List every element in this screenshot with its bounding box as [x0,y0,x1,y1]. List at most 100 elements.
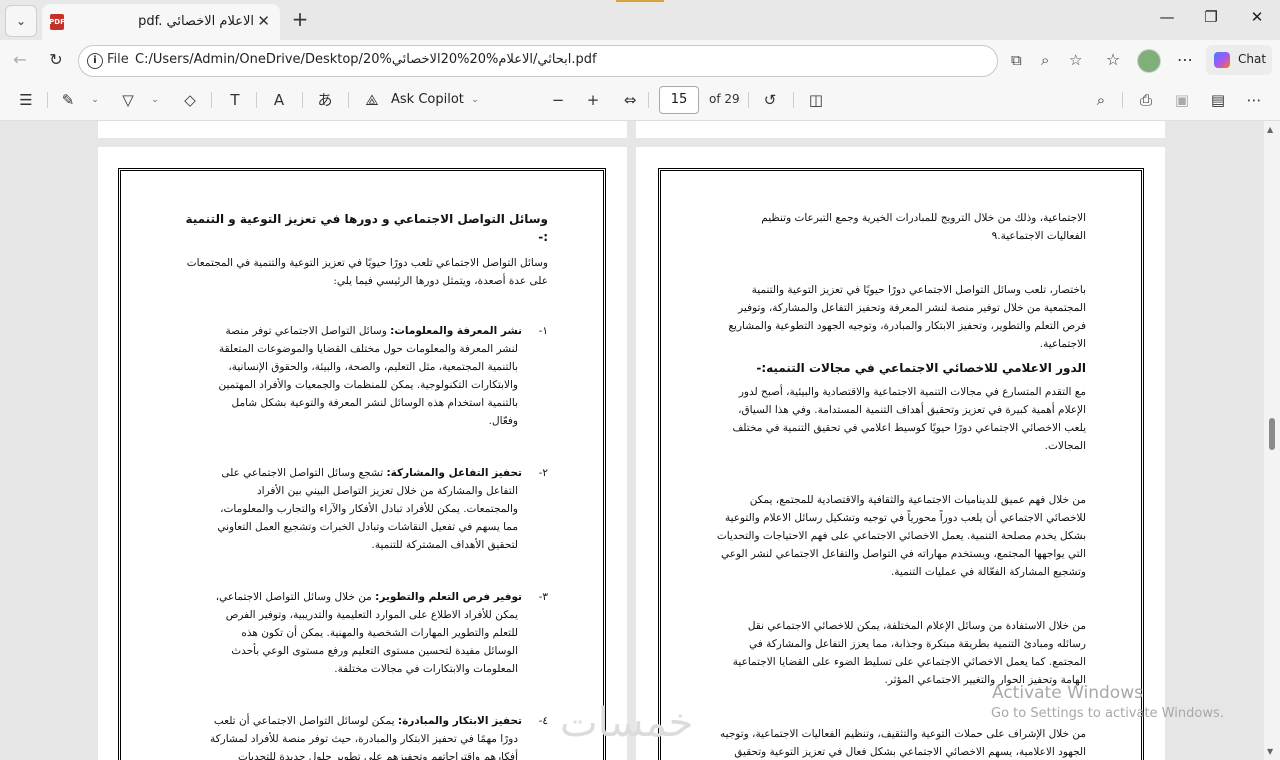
activation-watermark-title: Activate Windows [992,683,1143,703]
read-aloud-icon[interactable]: A [269,90,289,110]
paragraph: من خلال فهم عميق للديناميات الاجتماعية و… [716,494,1086,578]
info-icon[interactable]: i [87,53,103,69]
tab-title: pdf. الاعلام الاخصائي [138,14,254,29]
toolbar-divider [348,92,349,108]
intro-paragraph: وسائل التواصل الاجتماعي تلعب دورًا حيويً… [186,257,548,287]
eraser-icon[interactable]: ◇ [180,90,200,110]
list-item-text: من خلال وسائل التواصل الاجتماعي، يمكن لل… [215,591,518,675]
accent-strip [616,0,664,2]
new-tab-button[interactable]: + [288,8,312,32]
list-item-text: وسائل التواصل الاجتماعي توفر منصة لنشر ا… [218,325,518,427]
list-item: ٣- توفير فرص التعلم والتطوير: من خلال وسا… [208,588,548,678]
navigation-bar: ← ↻ i File C:/Users/Admin/OneDrive/Deskt… [0,40,1280,80]
minimize-button[interactable]: — [1152,8,1182,26]
more-options-icon[interactable]: ⋯ [1244,90,1264,110]
list-number: ١- [538,325,548,337]
logo-watermark: خمسات [560,700,694,746]
draw-icon[interactable]: ▽ [118,90,138,110]
copilot-icon[interactable]: ⟁ [362,90,382,110]
toolbar-divider [793,92,794,108]
address-bar[interactable]: i File C:/Users/Admin/OneDrive/Desktop/ا… [78,45,1082,77]
chat-label: Chat [1238,52,1267,66]
activation-watermark-subtitle: Go to Settings to activate Windows. [991,706,1224,721]
list-item-title: تحفيز الابتكار والمبادرة: [397,715,522,727]
ask-copilot-chevron-icon[interactable]: ⌄ [470,90,480,110]
previous-page-left [98,121,627,138]
toolbar-divider [47,92,48,108]
highlight-icon[interactable]: ✎ [58,90,78,110]
favorite-star-icon[interactable]: ☆ [1069,51,1082,69]
section-heading: وسائل التواصل الاجتماعي و دورها في تعزيز… [185,212,548,244]
pdf-page-right: الاجتماعية، وذلك من خلال الترويج للمبادر… [636,147,1165,760]
search-icon[interactable]: ⌕ [1091,90,1111,110]
previous-page-right [636,121,1165,138]
paragraph: الاجتماعية، وذلك من خلال الترويج للمبادر… [761,212,1086,242]
highlight-options-chevron-icon[interactable]: ⌄ [90,90,100,110]
toolbar-divider [211,92,212,108]
ask-copilot-button[interactable]: Ask Copilot [391,92,464,107]
page-content-left: وسائل التواصل الاجتماعي و دورها في تعزيز… [178,210,548,760]
zoom-out-icon[interactable]: − [548,90,568,110]
paragraph: من خلال الاستفادة من وسائل الإعلام المخت… [732,620,1086,686]
reading-mode-icon[interactable]: ⧉ [1011,51,1022,69]
zoom-icon[interactable]: ⌕ [1041,51,1049,69]
copilot-chat-button[interactable]: Chat [1206,45,1272,75]
contents-icon[interactable]: ☰ [16,90,36,110]
save-as-icon[interactable]: ▤ [1208,90,1228,110]
zoom-in-icon[interactable]: + [583,90,603,110]
draw-options-chevron-icon[interactable]: ⌄ [150,90,160,110]
scroll-up-icon[interactable]: ▲ [1267,125,1273,134]
print-icon[interactable]: ⎙ [1136,90,1156,110]
page-content-right: الاجتماعية، وذلك من خلال الترويج للمبادر… [716,209,1086,760]
list-number: ٤- [538,715,548,727]
list-item: ١- نشر المعرفة والمعلومات: وسائل التواصل … [208,322,548,430]
list-item-title: توفير فرص التعلم والتطوير: [375,591,522,603]
list-number: ٢- [538,467,548,479]
favorites-icon[interactable]: ☆ [1102,49,1124,71]
scrollbar-thumb[interactable] [1269,418,1275,450]
tab-close-icon[interactable]: ✕ [257,12,270,30]
text-box-icon[interactable]: T [225,90,245,110]
list-item-title: تحفيز التفاعل والمشاركة: [386,467,522,479]
page-view-icon[interactable]: ◫ [806,90,826,110]
chevron-down-icon: ⌄ [15,14,27,28]
vertical-scrollbar[interactable]: ▲ ▼ [1264,121,1280,760]
section-heading: الدور الاعلامي للاخصائي الاجتماعي في مجا… [756,361,1086,375]
url-text[interactable]: C:/Users/Admin/OneDrive/Desktop/ابحاثي/ا… [135,52,597,67]
paragraph: من خلال الإشراف على حملات التوعية والتثق… [720,728,1086,758]
list-item: ٤-تحفيز الابتكار والمبادرة: يمكن لوسائل … [208,712,548,760]
more-menu-icon[interactable]: ⋯ [1174,49,1196,71]
title-bar: ⌄ PDF pdf. الاعلام الاخصائي ✕ + — ❐ ✕ [0,0,1280,40]
toolbar-divider [256,92,257,108]
copilot-logo-icon [1214,52,1230,68]
back-arrow-icon[interactable]: ← [9,49,31,71]
toolbar-divider [1122,92,1123,108]
pdf-page-left: وسائل التواصل الاجتماعي و دورها في تعزيز… [98,147,627,760]
toolbar-divider [748,92,749,108]
list-item-text: تشجع وسائل التواصل الاجتماعي على التفاعل… [217,467,518,551]
save-icon[interactable]: ▣ [1172,90,1192,110]
translate-icon[interactable]: あ [315,90,335,110]
list-number: ٣- [538,591,548,603]
page-total-label: of 29 [709,92,740,106]
fit-width-icon[interactable]: ⇔ [620,90,640,110]
close-window-button[interactable]: ✕ [1242,8,1272,26]
pdf-file-icon: PDF [49,14,65,30]
profile-avatar[interactable] [1137,49,1161,73]
rotate-icon[interactable]: ↺ [760,90,780,110]
refresh-icon[interactable]: ↻ [45,49,67,71]
tab-actions-menu-button[interactable]: ⌄ [5,5,37,37]
page-number-input[interactable]: 15 [659,86,699,114]
scroll-down-icon[interactable]: ▼ [1267,747,1273,756]
list-item: ٢- تحفيز التفاعل والمشاركة: تشجع وسائل ال… [208,464,548,554]
file-scheme-label: File [107,52,129,67]
paragraph: مع التقدم المتسارع في مجالات التنمية الا… [732,386,1086,452]
paragraph: باختصار، تلعب وسائل التواصل الاجتماعي دو… [728,284,1086,350]
pdf-toolbar: ☰ ✎ ⌄ ▽ ⌄ ◇ T A あ ⟁ Ask Copilot ⌄ − + ⇔ … [0,80,1280,121]
toolbar-divider [648,92,649,108]
browser-tab[interactable]: PDF pdf. الاعلام الاخصائي ✕ [42,4,280,40]
pdf-viewer[interactable]: وسائل التواصل الاجتماعي و دورها في تعزيز… [0,121,1264,760]
list-item-title: نشر المعرفة والمعلومات: [390,325,522,337]
maximize-button[interactable]: ❐ [1196,8,1226,26]
toolbar-divider [302,92,303,108]
